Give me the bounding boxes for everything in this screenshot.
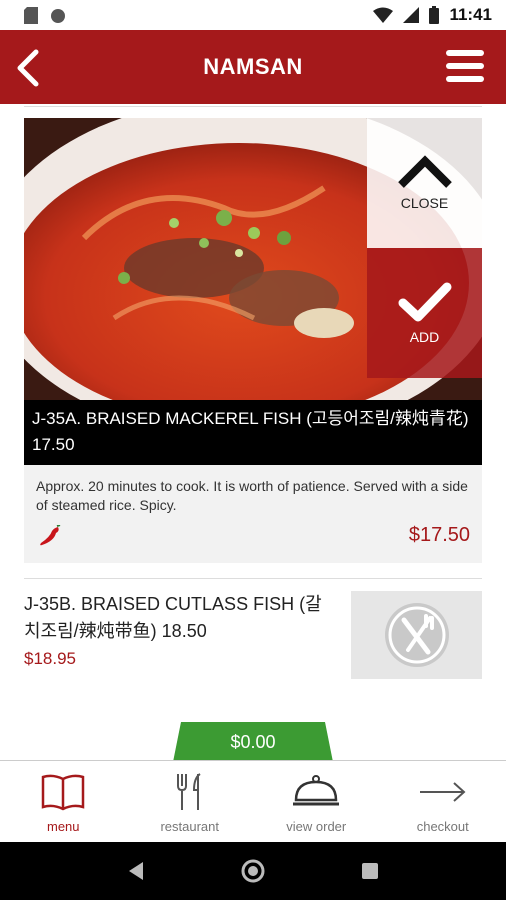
menu-line-icon: [446, 50, 484, 56]
menu-item-name: J-35B. BRAISED CUTLASS FISH (갈치조림/辣炖带鱼) …: [24, 594, 322, 641]
divider: [24, 106, 482, 107]
tab-label: menu: [46, 819, 80, 834]
clock: 11:41: [449, 5, 492, 24]
item-price: $17.50: [408, 524, 470, 546]
arrow-right-icon: [417, 771, 469, 813]
dish-photo: CLOSE ADD: [24, 118, 482, 400]
add-button[interactable]: ADD: [367, 248, 482, 378]
menu-line-icon: [446, 63, 484, 69]
item-title: J-35A. BRAISED MACKEREL FISH (고등어조림/辣炖青花…: [24, 400, 482, 465]
back-triangle-icon[interactable]: [127, 861, 145, 881]
menu-list-item[interactable]: J-35B. BRAISED CUTLASS FISH (갈치조림/辣炖带鱼) …: [24, 591, 482, 731]
tab-menu[interactable]: menu: [0, 761, 127, 842]
tab-label: checkout: [416, 819, 469, 834]
recents-square-icon[interactable]: [361, 862, 379, 880]
expanded-menu-item: CLOSE ADD J-35A. BRAISED MACKEREL FISH (…: [24, 118, 482, 563]
tab-restaurant[interactable]: restaurant: [127, 761, 254, 842]
battery-icon: [429, 6, 440, 24]
close-button[interactable]: CLOSE: [367, 118, 482, 248]
item-description: Approx. 20 minutes to cook. It is worth …: [36, 478, 468, 513]
tab-view-order[interactable]: view order: [253, 761, 380, 842]
divider: [24, 578, 482, 579]
close-label: CLOSE: [400, 195, 449, 211]
menu-line-icon: [446, 76, 484, 82]
home-circle-icon[interactable]: [240, 858, 266, 884]
tab-checkout[interactable]: checkout: [380, 761, 506, 842]
menu-content[interactable]: CLOSE ADD J-35A. BRAISED MACKEREL FISH (…: [0, 104, 506, 760]
cloche-icon: [290, 771, 342, 813]
signal-icon: [403, 7, 420, 23]
chili-pepper-icon: [40, 525, 61, 546]
checkmark-icon: [398, 282, 451, 322]
cart-total-button[interactable]: $0.00: [173, 722, 333, 760]
add-label: ADD: [409, 329, 440, 345]
system-nav-bar: [0, 842, 506, 900]
open-book-icon: [37, 771, 89, 813]
hamburger-menu-button[interactable]: [446, 50, 484, 82]
status-bar: 11:41: [0, 0, 506, 30]
sync-icon: [51, 8, 65, 23]
item-description-box: Approx. 20 minutes to cook. It is worth …: [24, 465, 482, 563]
wifi-icon: [373, 7, 394, 23]
chevron-up-icon: [397, 155, 452, 188]
tab-label: restaurant: [160, 819, 220, 834]
menu-item-thumbnail: [351, 591, 482, 679]
page-title: NAMSAN: [203, 54, 303, 79]
fork-knife-icon: [164, 771, 216, 813]
app-bar: NAMSAN: [0, 30, 506, 104]
bottom-tab-bar: menu restaurant view order checkout: [0, 760, 506, 842]
fork-knife-icon: [384, 603, 449, 667]
sd-card-icon: [24, 7, 38, 24]
tab-label: view order: [286, 819, 347, 834]
